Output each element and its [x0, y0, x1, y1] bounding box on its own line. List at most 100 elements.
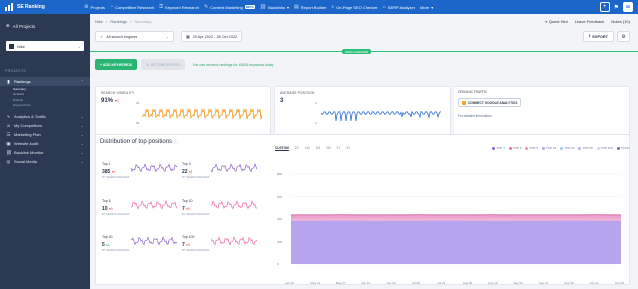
nav-item-projects[interactable]: ⚙ Projects [84, 4, 105, 10]
sidebar-item-analytics-traffic[interactable]: ∿ Analytics & Traffic ⌄ [0, 112, 90, 121]
count-value: 10 [102, 206, 108, 212]
legend-label: TOP 5 [529, 146, 538, 150]
sidebar-item-my-competitors[interactable]: ⚔ My Competitors ⌄ [0, 121, 90, 130]
backlink-icon: ⛓ [6, 149, 12, 155]
chart-icon: ◔ [109, 4, 113, 10]
legend-item[interactable]: TOP 20 [560, 146, 574, 150]
chevron-down-icon: ⌄ [80, 141, 84, 146]
card-title: Top 5 [102, 199, 111, 203]
card-title: Top 10 [182, 199, 193, 203]
add-keywords-button[interactable]: + ADD KEYWORDS [95, 59, 138, 70]
sidebar-item-social-media[interactable]: ◎ Social Media ⌄ [0, 157, 90, 166]
x-axis-tick: Oct 14 [589, 281, 599, 285]
mini-sparkline [130, 163, 178, 173]
sidebar-item-label: Social Media [14, 159, 37, 164]
position-card-top-1[interactable]: Top 1 385 ▾6 BY SEARCH ENGINES [100, 160, 178, 194]
count-value: 7 [182, 242, 185, 248]
date-range-picker[interactable]: ▦ 29 Apr 2022 - 28 Oct 2022 [181, 31, 243, 42]
range-1y[interactable]: 1Y [337, 146, 341, 150]
position-card-top-20[interactable]: Top 20 5 ▴1 BY SEARCH ENGINES [100, 233, 178, 267]
range-1d[interactable]: 1D [295, 146, 299, 150]
range-custom[interactable]: CUSTOM [275, 146, 289, 150]
mini-sparkline [210, 200, 258, 210]
social-icon: ◎ [6, 158, 11, 164]
legend-item[interactable]: TOP 10 [541, 146, 556, 150]
nav-item-more[interactable]: More ▾ [420, 5, 433, 10]
nav-item-on-page-seo-checker[interactable]: ⌕ On-Page SEO Checker [331, 4, 377, 10]
legend-item[interactable]: TOP 3 [508, 146, 522, 150]
distribution-area-chart [291, 173, 621, 265]
position-value: 3 [280, 98, 284, 104]
card-title: Top 3 [182, 162, 191, 166]
status-badge: 100% CHECKED [342, 49, 372, 54]
logo-bars-icon [5, 3, 14, 11]
position-sparkline [321, 110, 442, 122]
app-logo[interactable]: SE Ranking [0, 0, 81, 14]
range-1w[interactable]: 1W [305, 146, 310, 150]
project-name: Nike [17, 43, 26, 49]
legend-item[interactable]: TOTAL [616, 146, 630, 150]
nav-item-backlinks[interactable]: ⛓ Backlinks ▾ [260, 4, 289, 10]
nav-label: Report Builder [300, 4, 327, 10]
legend-item[interactable]: TOP 1 [492, 146, 505, 150]
sidebar-item-backlink-monitor[interactable]: ⛓ Backlink Monitor ⌄ [0, 148, 90, 157]
sidebar-item-rankings[interactable]: ▮ Rankings ⌃ [0, 77, 90, 86]
info-icon[interactable]: ⓘ [174, 139, 178, 144]
avatar[interactable]: SE [623, 2, 633, 12]
chevron-down-icon: ⌄ [165, 35, 169, 39]
range-1m[interactable]: 1M [316, 146, 320, 150]
sidebar: ⊕ All Projects Nike ⌄ PROJECTS ▮ Rankings… [0, 14, 90, 289]
connect-analytics-button[interactable]: CONNECT GOOGLE ANALYTICS [458, 98, 522, 107]
breadcrumb-item[interactable]: Nike [95, 19, 103, 24]
google-analytics-icon [462, 100, 466, 105]
marketing-icon: ☰ [6, 131, 11, 137]
legend-label: TOP 3 [512, 146, 522, 150]
flag-icon[interactable]: ⚑ [614, 4, 619, 11]
competitors-icon: ⚔ [6, 122, 11, 128]
sidebar-item-marketing-plan[interactable]: ☰ Marketing Plan ⌄ [0, 130, 90, 139]
project-selector[interactable]: Nike ⌄ [6, 41, 84, 51]
sidebar-item-label: Analytics & Traffic [14, 114, 46, 119]
legend-item[interactable]: TOP 50 [578, 146, 593, 150]
position-card-top-10[interactable]: Top 10 7 ▾0 BY SEARCH ENGINES [180, 197, 258, 231]
legend-item[interactable]: TOP 5 [525, 146, 538, 150]
axis-tick: 3 [315, 101, 317, 105]
range-2y[interactable]: 2Y [346, 146, 350, 150]
recheck-button[interactable]: ⟳ RE-CHECK KEYS [141, 59, 185, 70]
nav-item-serp-analyzer[interactable]: ⌂ SERP Analyzer [383, 4, 415, 10]
position-card-top-5[interactable]: Top 5 10 ▾0 BY SEARCH ENGINES [100, 197, 178, 231]
settings-button[interactable]: ⚙ [617, 31, 630, 42]
header-link-0[interactable]: ⋖ Quest Hint [544, 19, 567, 24]
nav-item-competitive-research[interactable]: ◔ Competitive Research [110, 4, 154, 10]
legend-item[interactable]: TOP 100 [596, 146, 613, 150]
add-project-button[interactable]: + [599, 2, 610, 12]
delta-value: ▾0 [186, 243, 190, 247]
header-link-2[interactable]: Notes (10) [611, 19, 630, 24]
header-link-label: Notes (10) [611, 19, 630, 24]
x-axis-tick: Sep 30 [564, 281, 574, 285]
nav-item-content-marketing[interactable]: ✎ Content Marketing BETA [204, 4, 255, 10]
breadcrumb-item[interactable]: Rankings [110, 19, 127, 24]
mini-sparkline [210, 163, 258, 173]
range-3m[interactable]: 3M [326, 146, 330, 150]
visibility-sparkline [142, 107, 263, 120]
delta-value: ▾0 [108, 207, 113, 211]
y-axis-tick: 200 [277, 239, 283, 244]
sidebar-item-website-audit[interactable]: ▣ Website Audit ⌄ [0, 139, 90, 148]
gear-icon: ⚙ [84, 4, 89, 10]
all-projects-link[interactable]: ⊕ All Projects [0, 14, 90, 29]
nav-item-keyword-research[interactable]: ⚿ Keyword Research [159, 4, 199, 10]
visibility-delta: ▾1 [114, 98, 119, 103]
export-label: EXPORT [592, 34, 608, 39]
chevron-down-icon: ⌄ [80, 123, 84, 128]
export-button[interactable]: ⭱ EXPORT [583, 31, 614, 42]
header-link-1[interactable]: Leave Feedback [575, 19, 605, 24]
position-card-top-100[interactable]: Top 100 7 ▾0 BY SEARCH ENGINES [180, 233, 258, 267]
x-axis-tick: Jun 10 [361, 281, 371, 285]
position-card-top-3[interactable]: Top 3 22 ▾1 BY SEARCH ENGINES [180, 160, 258, 194]
nav-item-report-builder[interactable]: ▤ Report Builder [294, 4, 326, 10]
breadcrumb-separator: › [106, 19, 108, 24]
search-engine-filter[interactable]: ✓ All search engines ⌄ [95, 31, 174, 42]
main-menu: ⚙ Projects ◔ Competitive Research ⚿ Keyword R… [84, 4, 433, 10]
nav-label: Projects [90, 4, 105, 10]
